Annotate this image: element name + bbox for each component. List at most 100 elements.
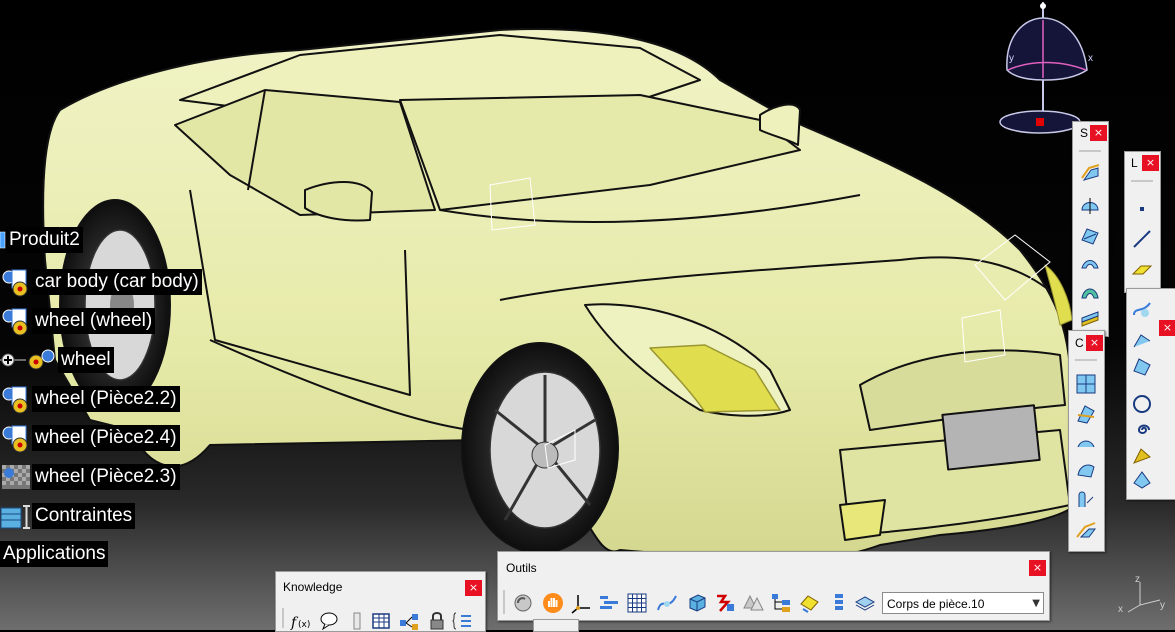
formula-icon[interactable]: f (x) [290,610,312,632]
table-icon[interactable] [370,610,392,632]
chevron-down-icon: ▼ [1032,598,1040,609]
close-icon[interactable]: × [1090,125,1107,141]
fill-surface-icon[interactable] [1079,308,1101,330]
tree-node-label: wheel [58,347,114,373]
tree-node-wheel-piece-2-4[interactable]: wheel (Pièce2.4) [0,422,180,454]
projection-icon[interactable] [1131,469,1153,491]
outils-toolbar-title: Outils [506,561,537,575]
check-icon[interactable] [346,610,368,632]
s-toolbar[interactable]: S × [1072,121,1109,337]
license-plate [941,404,1041,471]
axis-indicator: z y x [1118,574,1165,615]
outils-toolbar[interactable]: Outils × Corps de pièce.10 ▼ [497,551,1050,621]
c-toolbar-title: C [1075,336,1084,350]
compass-y-label: y [1009,53,1014,64]
knowledge-toolbar[interactable]: Knowledge × f (x) [275,571,486,632]
front-wheel[interactable] [461,342,619,554]
cube-icon[interactable] [686,592,708,614]
tree-node-wheel-piece-2-3[interactable]: wheel (Pièce2.3) [0,461,180,493]
toolbar-grip[interactable] [1075,359,1097,361]
fillet-icon[interactable] [1075,489,1097,511]
extrude-surface-icon[interactable] [1079,162,1101,184]
tree-node-label: wheel (Pièce2.3) [32,464,180,490]
tree-node-constraints[interactable]: Contraintes [0,500,136,532]
revolve-surface-icon[interactable] [1079,194,1101,216]
part-gear-icon [0,422,32,454]
axis-x-label: x [1118,604,1123,615]
l-toolbar-title: L [1131,156,1138,170]
power-copy-icon[interactable] [742,592,764,614]
c-toolbar[interactable]: C × [1068,330,1105,552]
sphere-surface-icon[interactable] [1079,224,1101,246]
sweep-surface-icon[interactable] [1079,282,1101,304]
line-icon[interactable] [1131,228,1153,250]
body-select-value: Corps de pièce.10 [887,597,985,611]
tree-node-wheel-piece-2-2[interactable]: wheel (Pièce2.2) [0,383,180,415]
structure-icon[interactable] [398,610,420,632]
constraints-icon [0,500,32,532]
toolbar-grip[interactable] [282,608,284,628]
axis-z-label: z [1135,574,1140,585]
pan-hand-icon[interactable] [542,592,564,614]
translate-icon[interactable] [1075,519,1097,541]
s-toolbar-title: S [1080,126,1089,140]
toolbar-grip[interactable] [1131,180,1153,182]
tree-node-label: wheel (Pièce2.4) [32,425,180,451]
tree-node-label: car body (car body) [32,269,202,295]
curves-toolbar[interactable]: × [1126,288,1175,500]
work-on-support-icon[interactable] [598,592,620,614]
circle-icon[interactable] [1131,393,1153,415]
close-icon[interactable]: × [1142,155,1159,171]
tree-applications[interactable]: Applications [0,541,109,567]
tree-node-label: Contraintes [32,503,136,529]
body-layers-icon[interactable] [854,592,876,614]
tree-node-wheel-wheel[interactable]: wheel (wheel) [0,305,156,337]
hidden-part-icon [0,461,32,493]
close-icon[interactable]: × [1086,335,1103,351]
knowledge-toolbar-title: Knowledge [283,580,343,594]
curve-icon[interactable] [1131,299,1153,321]
offset-surface-icon[interactable] [1079,254,1101,276]
spline-icon[interactable] [1131,329,1153,351]
svg-text:(x): (x) [298,620,310,630]
applications-label: Applications [0,541,109,567]
compass-x-label: x [1088,53,1093,64]
l-toolbar[interactable]: L × [1124,151,1161,293]
point-icon[interactable] [1131,198,1153,220]
body-select[interactable]: Corps de pièce.10 ▼ [882,592,1044,614]
boundary-icon[interactable] [1075,433,1097,455]
knowledge-settings-icon[interactable] [452,610,474,632]
toolbar-grip[interactable] [503,590,505,614]
tree-structure-icon[interactable] [770,592,792,614]
axis-system-icon[interactable] [570,592,592,614]
close-icon[interactable]: × [1029,560,1046,576]
join-icon[interactable] [1075,373,1097,395]
plane-icon[interactable] [1131,258,1153,280]
expand-plus-icon[interactable] [0,344,26,376]
tree-node-label: wheel (Pièce2.2) [32,386,180,412]
lock-icon[interactable] [426,610,448,632]
comment-icon[interactable] [318,610,340,632]
update-icon[interactable] [512,592,534,614]
corner-icon[interactable] [1131,445,1153,467]
spiral-icon[interactable] [1131,419,1153,441]
catalog-icon[interactable] [798,592,820,614]
tree-root[interactable]: Produit2 [0,227,83,253]
tree-node-wheel[interactable]: wheel [0,344,114,376]
grid-icon[interactable] [626,592,648,614]
extract-icon[interactable] [1075,459,1097,481]
component-gear-icon [26,344,58,376]
helix-icon[interactable] [1131,355,1153,377]
list-icon[interactable] [828,592,850,614]
tree-node-car-body[interactable]: car body (car body) [0,266,202,298]
part-gear-icon [0,305,32,337]
3d-curve-icon[interactable] [656,592,678,614]
instantiate-icon[interactable] [714,592,736,614]
lower-vent [839,499,886,541]
toolbar-grip[interactable] [1079,150,1101,152]
split-icon[interactable] [1075,403,1097,425]
3d-viewport[interactable]: y x z y x [0,0,1175,630]
close-icon[interactable]: × [465,580,482,596]
close-icon[interactable]: × [1159,320,1175,336]
compass-icon[interactable]: y x [999,2,1093,134]
